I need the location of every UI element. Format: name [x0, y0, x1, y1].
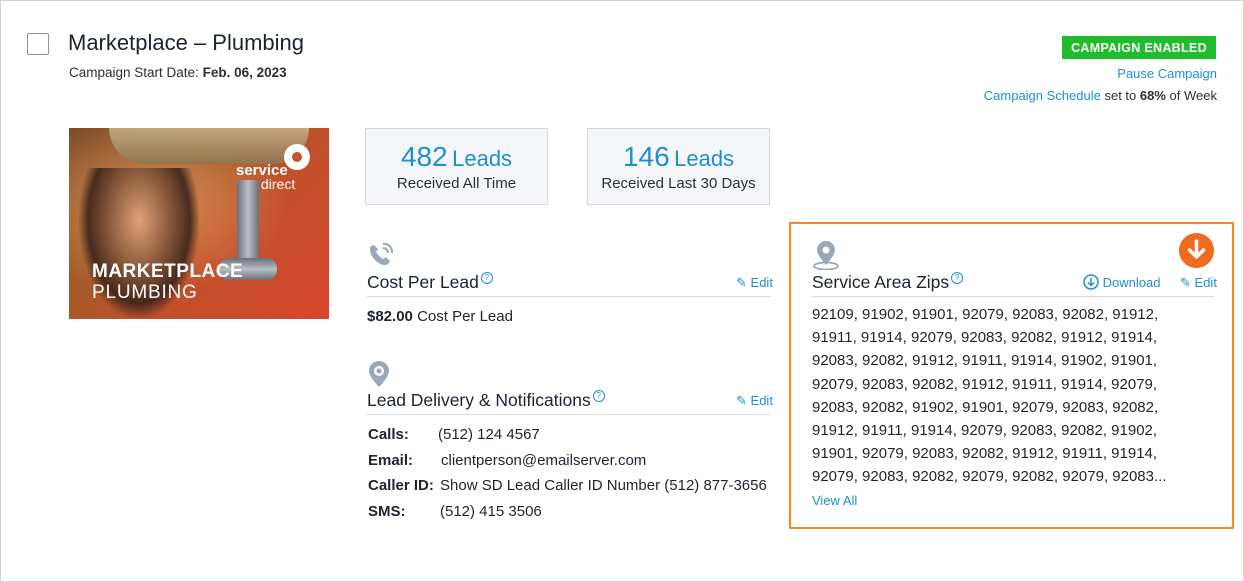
download-label: Download [1102, 275, 1161, 290]
zip-code-list: 92109, 91902, 91901, 92079, 92083, 92082… [812, 303, 1192, 489]
zip-line: 92083, 92082, 91912, 91911, 91914, 91902… [812, 352, 1158, 370]
stat-value: 482 Leads [366, 141, 547, 173]
help-icon[interactable]: ? [951, 272, 964, 284]
campaign-title: Marketplace – Plumbing [68, 30, 305, 55]
brand-line-2: direct [261, 176, 296, 192]
help-icon[interactable]: ? [480, 272, 493, 284]
phone-signal-icon [370, 242, 394, 265]
service-area-edit-button[interactable]: ✎ Edit [1180, 275, 1217, 291]
campaign-schedule-link[interactable]: Campaign Schedule [984, 88, 1101, 103]
edit-label: Edit [750, 393, 773, 408]
lead-delivery-heading: Lead Delivery & Notifications? [367, 390, 605, 411]
stat-label: Received All Time [396, 175, 517, 192]
zip-line: 92079, 92083, 92082, 91912, 91911, 91914… [812, 375, 1158, 393]
zip-line: 91912, 91911, 91914, 92079, 92083, 92082… [812, 422, 1158, 440]
sms-value: (512) 415 3506 [440, 503, 542, 520]
start-date-value: Feb. 06, 2023 [202, 65, 287, 80]
schedule-text-1: set to [1104, 88, 1137, 103]
calls-value: (512) 124 4567 [438, 426, 540, 443]
cost-per-lead-edit-button[interactable]: ✎ Edit [736, 275, 773, 291]
promo-caption-line-2: PLUMBING [92, 282, 198, 303]
service-area-title: Service Area Zips [812, 272, 950, 292]
arrow-down-icon [1187, 239, 1206, 259]
zip-line: 92083, 92082, 91902, 91901, 92079, 92083… [812, 398, 1159, 416]
cost-amount: $82.00 [367, 308, 413, 325]
stat-label: Received Last 30 Days [601, 175, 756, 192]
caller-id-label: Caller ID: [368, 477, 434, 494]
lead-delivery-title: Lead Delivery & Notifications [367, 390, 591, 410]
cost-per-lead-heading: Cost Per Lead? [367, 272, 493, 293]
sink-basin-shape [109, 128, 309, 164]
service-direct-logo-icon [284, 144, 310, 170]
stat-box-last-30-days: 146 Leads Received Last 30 Days [587, 128, 770, 205]
cost-suffix: Cost Per Lead [417, 308, 513, 325]
view-all-zips-link[interactable]: View All [812, 493, 857, 508]
campaign-start-date: Campaign Start Date: Feb. 06, 2023 [69, 65, 287, 80]
stat-unit: Leads [674, 146, 735, 171]
gear-location-icon [369, 361, 389, 387]
email-value: clientperson@emailserver.com [441, 452, 647, 469]
service-area-heading: Service Area Zips? [812, 272, 964, 293]
edit-label: Edit [1194, 275, 1217, 290]
email-label: Email: [368, 452, 414, 469]
edit-label: Edit [750, 275, 773, 290]
download-link[interactable]: Download [1083, 274, 1160, 290]
download-circle-icon [1083, 274, 1099, 290]
download-zips-button[interactable] [1179, 233, 1214, 268]
stat-unit: Leads [452, 146, 513, 171]
zip-line: 92079, 92083, 92082, 92079, 92082, 92079… [812, 468, 1167, 486]
divider [367, 296, 771, 297]
map-pin-icon [813, 241, 839, 270]
drain-pipe-shape [237, 180, 259, 270]
lead-delivery-edit-button[interactable]: ✎ Edit [736, 393, 773, 409]
divider [367, 414, 771, 415]
calls-label: Calls: [368, 426, 409, 443]
pencil-icon: ✎ [736, 393, 747, 408]
stat-number: 146 [622, 141, 670, 172]
stat-value: 146 Leads [588, 141, 769, 173]
select-campaign-checkbox[interactable] [27, 33, 49, 55]
cost-per-lead-title: Cost Per Lead [367, 272, 479, 292]
schedule-text-2: of Week [1169, 88, 1217, 103]
pencil-icon: ✎ [736, 275, 747, 290]
schedule-percent: 68% [1139, 88, 1166, 103]
status-badge: CAMPAIGN ENABLED [1062, 36, 1216, 59]
help-icon[interactable]: ? [592, 390, 605, 402]
pause-campaign-link[interactable]: Pause Campaign [1117, 66, 1217, 81]
divider [812, 296, 1214, 297]
caller-id-value: Show SD Lead Caller ID Number (512) 877-… [440, 477, 767, 494]
campaign-schedule-line: Campaign Schedule set to 68% of Week [984, 88, 1217, 103]
stat-box-all-time: 482 Leads Received All Time [365, 128, 548, 205]
pencil-icon: ✎ [1180, 275, 1191, 290]
zip-line: 92109, 91902, 91901, 92079, 92083, 92082… [812, 306, 1159, 323]
start-date-label: Campaign Start Date: [69, 65, 199, 80]
stat-number: 482 [400, 141, 448, 172]
zip-line: 91911, 91914, 92079, 92083, 92082, 91912… [812, 329, 1158, 347]
zip-line: 91901, 92079, 92083, 92082, 91912, 91911… [812, 445, 1158, 463]
cost-per-lead-value: $82.00 Cost Per Lead [367, 308, 513, 325]
marketplace-plumbing-image: service direct MARKETPLACE PLUMBING [69, 128, 329, 319]
promo-caption-line-1: MARKETPLACE [92, 261, 244, 282]
sms-label: SMS: [368, 503, 406, 520]
